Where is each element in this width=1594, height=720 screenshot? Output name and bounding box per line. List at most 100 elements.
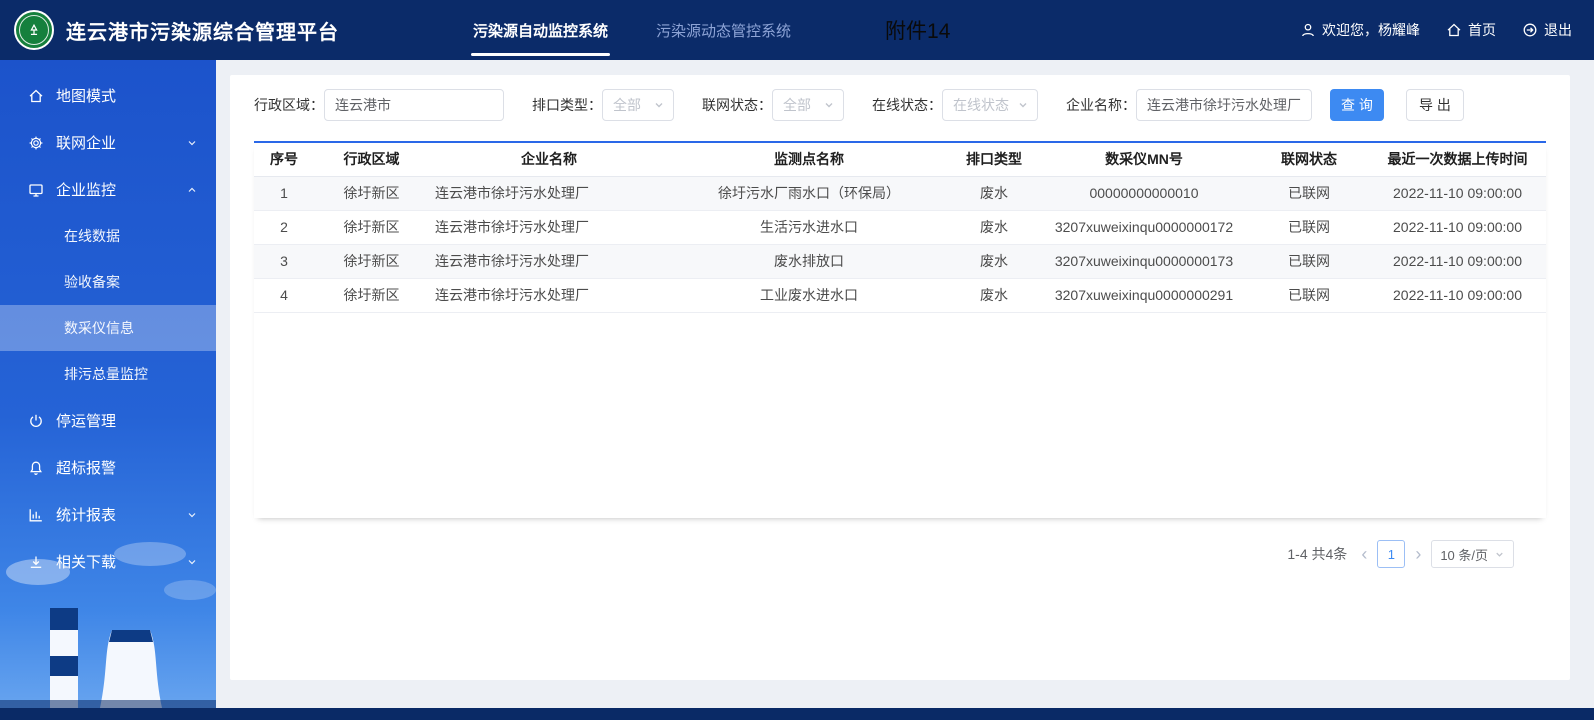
logout-link-label: 退出 — [1544, 22, 1572, 38]
table-cell: 废水 — [949, 210, 1039, 245]
filter-network-status: 联网状态： 全部 — [702, 89, 844, 121]
col-header-company: 企业名称 — [429, 143, 669, 177]
home-link[interactable]: 首页 — [1446, 20, 1496, 40]
sidebar-item-statistical-reports[interactable]: 统计报表 — [0, 491, 216, 538]
table-cell: 连云港市徐圩污水处理厂 — [429, 244, 669, 279]
sidebar-subitem-total-discharge-monitoring[interactable]: 排污总量监控 — [0, 351, 216, 397]
table-cell: 废水 — [949, 244, 1039, 279]
map-mode-icon — [28, 88, 44, 104]
pagination-prev-button[interactable]: ‹ — [1361, 541, 1367, 567]
table-body: 1 徐圩新区 连云港市徐圩污水处理厂 徐圩污水厂雨水口（环保局） 废水 0000… — [254, 176, 1546, 313]
monitor-icon — [28, 182, 44, 198]
bar-chart-icon — [28, 507, 44, 523]
table-cell: 3207xuweixinqu0000000172 — [1039, 210, 1249, 245]
region-label: 行政区域： — [254, 97, 324, 113]
sidebar-item-exceedance-alarm[interactable]: 超标报警 — [0, 444, 216, 491]
logout-link[interactable]: 退出 — [1522, 20, 1572, 40]
pagination-page-1[interactable]: 1 — [1377, 540, 1406, 568]
page-title: 连云港市污染源综合管理平台 — [66, 21, 339, 44]
header: 连云港市污染源综合管理平台 污染源自动监控系统 污染源动态管控系统 附件14 欢… — [0, 0, 1594, 60]
query-button[interactable]: 查 询 — [1330, 89, 1384, 121]
home-link-label: 首页 — [1468, 22, 1496, 38]
filter-online-status: 在线状态： 在线状态 — [872, 89, 1038, 121]
sidebar-subitem-label: 数采仪信息 — [64, 320, 134, 336]
col-header-monitoring-point: 监测点名称 — [669, 143, 949, 177]
company-name-input[interactable] — [1136, 89, 1312, 121]
online-status-select[interactable]: 在线状态 — [942, 89, 1038, 121]
sidebar-item-label: 统计报表 — [56, 507, 117, 524]
attachment-annotation: 附件14 — [885, 20, 951, 43]
alarm-bell-icon — [28, 460, 44, 476]
sidebar-item-shutdown-management[interactable]: 停运管理 — [0, 397, 216, 444]
col-header-outlet-type: 排口类型 — [949, 143, 1039, 177]
table-row: 2 徐圩新区 连云港市徐圩污水处理厂 生活污水进水口 废水 3207xuweix… — [254, 210, 1546, 245]
online-status-placeholder: 在线状态 — [953, 97, 1009, 113]
page-size-select[interactable]: 10 条/页 — [1431, 540, 1514, 568]
sidebar-item-related-downloads[interactable]: 相关下载 — [0, 538, 216, 585]
pagination: 1-4 共4条 ‹ 1 › 10 条/页 — [230, 540, 1570, 568]
network-status-select[interactable]: 全部 — [772, 89, 844, 121]
logout-icon — [1522, 22, 1538, 38]
table-cell: 徐圩新区 — [314, 244, 429, 279]
platform-logo-icon — [14, 10, 54, 50]
filter-region: 行政区域： — [254, 89, 504, 121]
table-cell: 生活污水进水口 — [669, 210, 949, 245]
sidebar-item-enterprise-monitoring[interactable]: 企业监控 — [0, 166, 216, 213]
table-cell: 已联网 — [1249, 210, 1369, 245]
outlet-type-value: 全部 — [613, 97, 641, 113]
tab-dynamic-control-system[interactable]: 污染源动态管控系统 — [632, 0, 815, 60]
table-cell: 2022-11-10 09:00:00 — [1369, 176, 1546, 211]
chevron-down-icon — [186, 509, 198, 521]
table-cell: 废水 — [949, 176, 1039, 211]
table-cell: 已联网 — [1249, 278, 1369, 313]
sidebar-subitem-online-data[interactable]: 在线数据 — [0, 213, 216, 259]
export-button[interactable]: 导 出 — [1406, 89, 1464, 121]
sidebar-item-label: 相关下载 — [56, 554, 117, 571]
tab-label: 污染源动态管控系统 — [656, 22, 792, 40]
sidebar: 地图模式 联网企业 企业监控 在线数据 验收备案 数采仪信息 排污总量监控 停运… — [0, 60, 216, 708]
data-table: 序号 行政区域 企业名称 监测点名称 排口类型 数采仪MN号 联网状态 最近一次… — [254, 143, 1546, 313]
table-cell: 徐圩新区 — [314, 176, 429, 211]
table-cell: 3207xuweixinqu0000000291 — [1039, 278, 1249, 313]
tab-label: 污染源自动监控系统 — [473, 22, 609, 40]
chevron-down-icon — [653, 99, 665, 111]
table-cell: 连云港市徐圩污水处理厂 — [429, 278, 669, 313]
chevron-down-icon — [1494, 549, 1505, 560]
table-cell: 废水排放口 — [669, 244, 949, 279]
table-cell: 2022-11-10 09:00:00 — [1369, 244, 1546, 279]
pagination-next-button[interactable]: › — [1415, 541, 1421, 567]
sidebar-item-networked-enterprises[interactable]: 联网企业 — [0, 119, 216, 166]
network-status-value: 全部 — [783, 97, 811, 113]
filter-outlet-type: 排口类型： 全部 — [532, 89, 674, 121]
outlet-type-label: 排口类型： — [532, 97, 602, 113]
sidebar-subitem-data-collector-info[interactable]: 数采仪信息 — [0, 305, 216, 351]
company-name-label: 企业名称： — [1066, 97, 1136, 113]
sidebar-item-label: 企业监控 — [56, 182, 117, 199]
network-status-label: 联网状态： — [702, 97, 772, 113]
power-icon — [28, 413, 44, 429]
main-content: 行政区域： 排口类型： 全部 联网状态： — [216, 60, 1594, 708]
table-cell: 废水 — [949, 278, 1039, 313]
chevron-down-icon — [823, 99, 835, 111]
sidebar-subitem-label: 排污总量监控 — [64, 366, 148, 382]
col-header-last-upload-time: 最近一次数据上传时间 — [1369, 143, 1546, 177]
table-cell: 3 — [254, 244, 314, 279]
sidebar-subitem-label: 在线数据 — [64, 228, 120, 244]
table-row: 1 徐圩新区 连云港市徐圩污水处理厂 徐圩污水厂雨水口（环保局） 废水 0000… — [254, 176, 1546, 211]
table-cell: 连云港市徐圩污水处理厂 — [429, 176, 669, 211]
pagination-summary: 1-4 共4条 — [1287, 546, 1348, 562]
online-status-label: 在线状态： — [872, 97, 942, 113]
gear-icon — [28, 135, 44, 151]
app-root: 连云港市污染源综合管理平台 污染源自动监控系统 污染源动态管控系统 附件14 欢… — [0, 0, 1594, 720]
sidebar-item-map-mode[interactable]: 地图模式 — [0, 72, 216, 119]
col-header-region: 行政区域 — [314, 143, 429, 177]
region-input[interactable] — [324, 89, 504, 121]
tab-auto-monitoring-system[interactable]: 污染源自动监控系统 — [449, 0, 632, 60]
outlet-type-select[interactable]: 全部 — [602, 89, 674, 121]
sidebar-item-label: 超标报警 — [56, 460, 117, 477]
user-icon — [1300, 22, 1316, 38]
table-cell: 2022-11-10 09:00:00 — [1369, 210, 1546, 245]
sidebar-subitem-acceptance-filing[interactable]: 验收备案 — [0, 259, 216, 305]
footer-bar — [0, 708, 1594, 720]
table-cell: 3207xuweixinqu0000000173 — [1039, 244, 1249, 279]
